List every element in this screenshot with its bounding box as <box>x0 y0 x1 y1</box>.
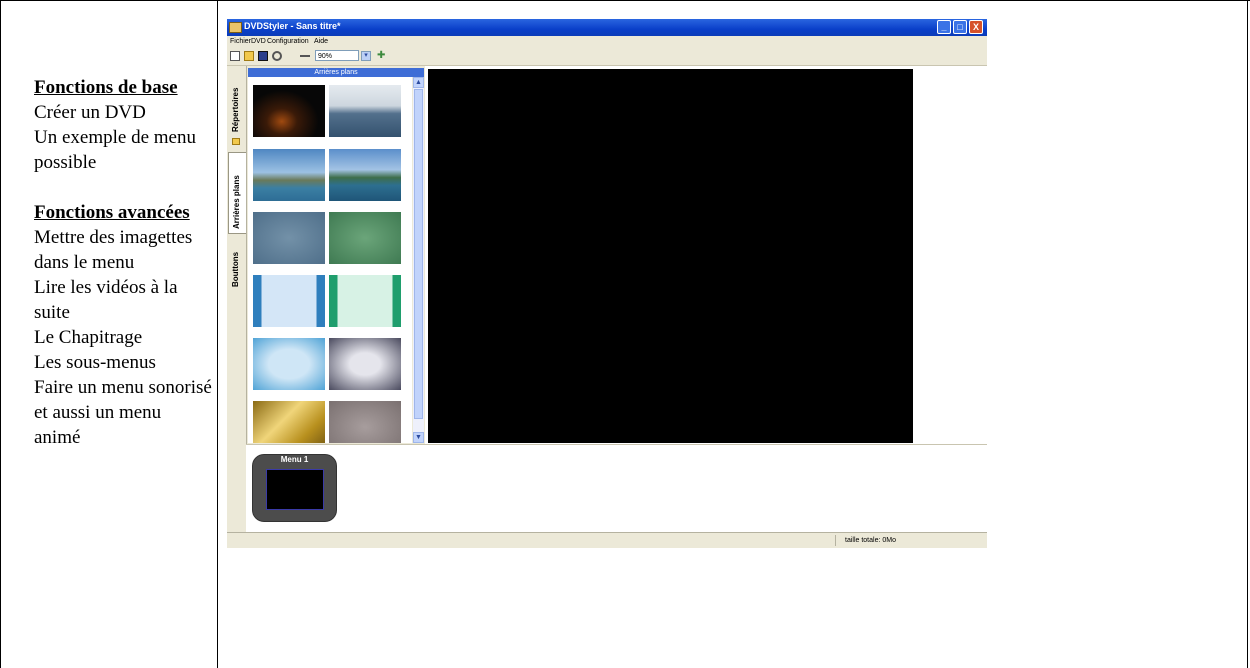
list-item: Créer un DVD <box>34 102 146 123</box>
thumbnail-night-scene[interactable] <box>253 85 325 137</box>
title-bar[interactable]: DVDStyler - Sans titre* _ □ X <box>227 19 987 36</box>
thumbnail-blue-blur[interactable] <box>253 212 325 264</box>
list-item: Les sous-menus <box>34 352 156 373</box>
menu-1-thumbnail[interactable]: Menu 1 <box>252 454 337 522</box>
folder-icon <box>232 138 240 145</box>
zoom-in-icon[interactable]: ✚ <box>377 51 387 61</box>
settings-icon[interactable] <box>272 51 282 61</box>
thumbnail-scrollbar[interactable]: ▲ ▼ <box>413 77 424 443</box>
panel-header: Arrières plans <box>248 68 424 77</box>
toolbar: 90% ▾ ✚ <box>227 48 987 66</box>
table-border-right <box>1247 0 1248 668</box>
thumbnail-coast-landscape[interactable] <box>253 149 325 201</box>
thumbnail-gold-frame[interactable] <box>253 401 325 443</box>
table-border-left <box>0 0 1 668</box>
menu-configuration[interactable]: Configuration <box>267 38 309 45</box>
menu-dvd[interactable]: DVD <box>251 38 266 45</box>
thumbnail-green-blur[interactable] <box>329 212 401 264</box>
tab-repertoires[interactable]: Répertoires <box>228 70 245 136</box>
thumbnail-noise-texture[interactable] <box>329 401 401 443</box>
chevron-down-icon[interactable]: ▾ <box>361 51 371 61</box>
app-icon <box>229 22 242 33</box>
maximize-button[interactable]: □ <box>953 20 967 34</box>
list-item: Lire les vidéos à la suite <box>34 277 178 323</box>
status-divider <box>835 535 836 546</box>
save-icon[interactable] <box>258 51 268 61</box>
functions-list: Fonctions de base Créer un DVD Un exempl… <box>34 75 212 450</box>
window-title: DVDStyler - Sans titre* <box>244 21 341 31</box>
close-button[interactable]: X <box>969 20 983 34</box>
menu-1-preview <box>266 469 324 510</box>
thumbnail-blue-stripes[interactable] <box>253 275 325 327</box>
minus-icon[interactable] <box>300 55 310 57</box>
scroll-thumb[interactable] <box>414 89 423 419</box>
table-border-top <box>0 0 1250 1</box>
minimize-button[interactable]: _ <box>937 20 951 34</box>
scroll-up-icon[interactable]: ▲ <box>413 77 424 88</box>
tab-bouttons[interactable]: Bouttons <box>228 241 245 291</box>
section-heading-basic: Fonctions de base <box>34 77 178 98</box>
thumbnail-grey-frame[interactable] <box>329 338 401 390</box>
side-tabs: Répertoires Arrières plans Bouttons <box>227 66 247 532</box>
list-item: Le Chapitrage <box>34 327 143 348</box>
status-bar: taille totale: 0Mo <box>227 532 987 548</box>
list-item: Faire un menu sonorisé et aussi un menu … <box>34 377 212 448</box>
tab-arrieres-plans[interactable]: Arrières plans <box>228 152 246 234</box>
dvdstyler-window: DVDStyler - Sans titre* _ □ X Fichier DV… <box>227 19 987 548</box>
menu-1-label: Menu 1 <box>280 455 309 464</box>
thumbnail-blue-frame[interactable] <box>253 338 325 390</box>
table-column-divider <box>217 0 218 668</box>
menu-bar: Fichier DVD Configuration Aide <box>227 36 987 47</box>
scroll-down-icon[interactable]: ▼ <box>413 432 424 443</box>
list-item: Un exemple de menu possible <box>34 127 196 173</box>
total-size-label: taille totale: 0Mo <box>845 537 896 544</box>
zoom-select[interactable]: 90% <box>315 50 359 61</box>
thumbnail-green-stripes[interactable] <box>329 275 401 327</box>
background-thumbnails <box>248 77 412 443</box>
menu-canvas[interactable] <box>428 69 913 443</box>
list-item: Mettre des imagettes dans le menu <box>34 227 193 273</box>
thumbnail-bay-landscape[interactable] <box>329 149 401 201</box>
thumbnail-sea-landscape[interactable] <box>329 85 401 137</box>
section-heading-advanced: Fonctions avancées <box>34 202 190 223</box>
open-icon[interactable] <box>244 51 254 61</box>
menus-strip: Menu 1 <box>246 444 987 533</box>
new-icon[interactable] <box>230 51 240 61</box>
menu-fichier[interactable]: Fichier <box>230 38 251 45</box>
menu-aide[interactable]: Aide <box>314 38 328 45</box>
